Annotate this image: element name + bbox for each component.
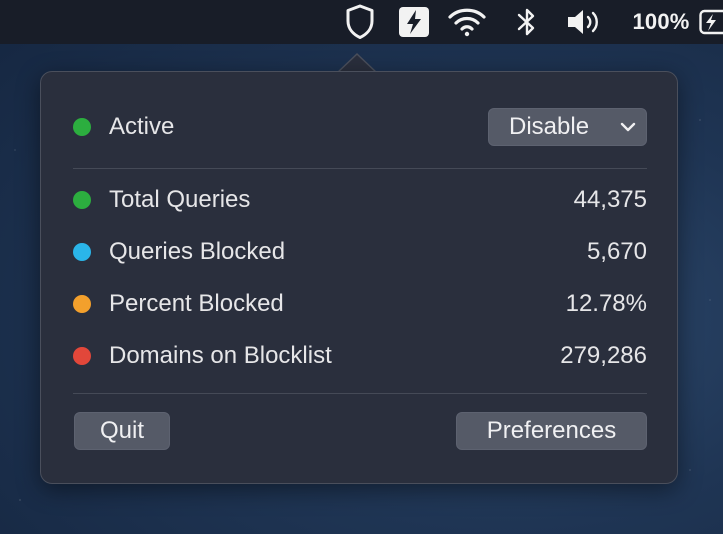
total-queries-dot [73, 191, 91, 209]
volume-icon[interactable] [563, 0, 605, 44]
battery-percentage[interactable]: 100% [626, 0, 696, 44]
percent-blocked-dot [73, 295, 91, 313]
total-queries-value: 44,375 [573, 186, 647, 213]
preferences-button[interactable]: Preferences [456, 412, 647, 450]
domains-on-blocklist-label: Domains on Blocklist [109, 342, 332, 369]
divider-top [73, 168, 647, 169]
total-queries-label: Total Queries [109, 186, 251, 213]
domains-on-blocklist-value: 279,286 [560, 342, 647, 369]
lightning-app-icon[interactable] [395, 0, 433, 44]
quit-button[interactable]: Quit [74, 412, 170, 450]
status-label: Active [109, 113, 175, 140]
queries-blocked-value: 5,670 [586, 238, 647, 265]
shield-icon[interactable] [340, 0, 380, 44]
wifi-icon[interactable] [446, 0, 488, 44]
pihole-popover: Active Disable Total Queries 44,375 Quer… [40, 71, 678, 484]
percent-blocked-value: 12.78% [565, 290, 647, 317]
status-indicator-dot [73, 118, 91, 136]
stat-row-percent-blocked: Percent Blocked 12.78% [73, 287, 647, 321]
stat-row-domains-on-blocklist: Domains on Blocklist 279,286 [73, 339, 647, 373]
domains-on-blocklist-dot [73, 347, 91, 365]
divider-bottom [73, 393, 647, 394]
disable-dropdown[interactable]: Disable [488, 108, 647, 146]
percent-blocked-label: Percent Blocked [109, 290, 284, 317]
disable-dropdown-value: Disable [509, 113, 590, 140]
battery-charging-icon[interactable] [699, 0, 723, 44]
stat-row-total-queries: Total Queries 44,375 [73, 183, 647, 217]
stat-row-queries-blocked: Queries Blocked 5,670 [73, 235, 647, 269]
queries-blocked-dot [73, 243, 91, 261]
queries-blocked-label: Queries Blocked [109, 238, 286, 265]
menu-bar: 100% [0, 0, 723, 44]
chevron-down-icon [620, 122, 636, 132]
bluetooth-icon[interactable] [512, 0, 542, 44]
